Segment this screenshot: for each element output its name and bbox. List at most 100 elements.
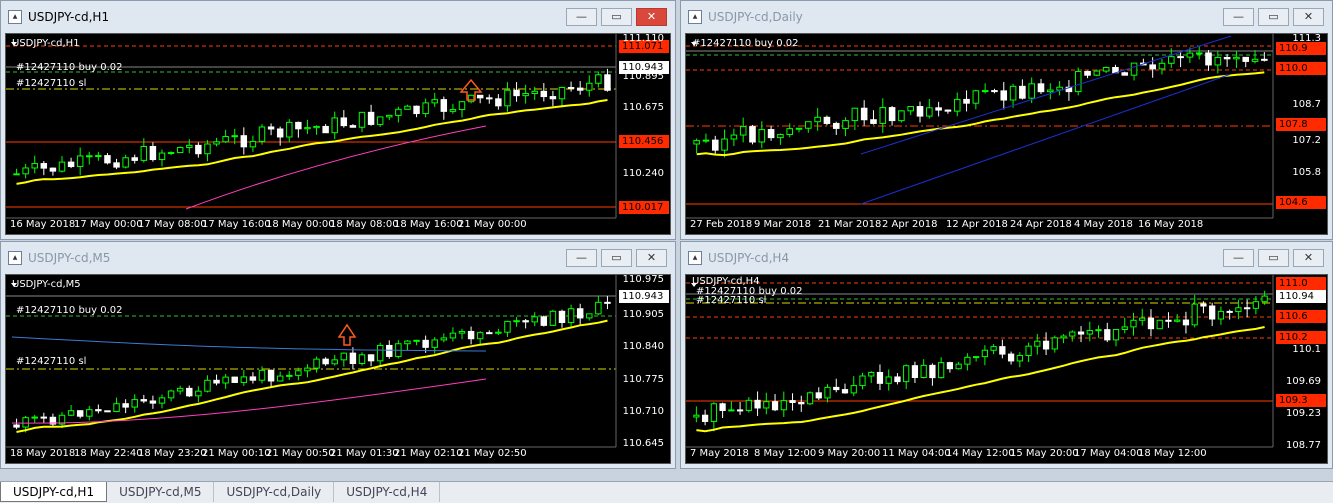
candle-body <box>440 99 448 112</box>
price-level-label: 110.9 <box>1276 42 1326 55</box>
moving-average-line <box>696 71 1265 157</box>
candle-body <box>710 403 717 422</box>
candle-body <box>745 399 752 411</box>
candle-body <box>86 155 93 158</box>
close-button[interactable]: ✕ <box>1293 8 1324 26</box>
candle-body <box>870 119 877 124</box>
minimize-button[interactable]: — <box>566 249 597 267</box>
maximize-button[interactable]: ▭ <box>1258 8 1289 26</box>
candle-body <box>1042 340 1050 350</box>
tab-usdjpy-daily[interactable]: USDJPY-cd,Daily <box>214 482 335 502</box>
candle-body <box>531 90 538 94</box>
time-axis-label: 18 May 16:00 <box>394 219 463 230</box>
maximize-button[interactable]: ▭ <box>601 249 632 267</box>
candle-body <box>304 127 311 130</box>
window-titlebar[interactable]: ▲ USDJPY-cd,H1 — ▭ ✕ <box>1 1 675 33</box>
candle-body <box>944 109 952 112</box>
chart-area[interactable]: USDJPY-cd,M5 #12427110 buy 0.02 #1242711… <box>5 274 671 464</box>
minimize-button[interactable]: — <box>1223 8 1254 26</box>
chart-area[interactable]: #12427110 buy 0.02 111.3 110.9 110.0 108… <box>685 33 1328 235</box>
candle-body <box>1037 83 1045 93</box>
candle-body <box>322 358 329 365</box>
candle-body <box>413 339 420 342</box>
time-axis-label: 17 May 08:00 <box>138 219 207 230</box>
trend-channel-line <box>860 73 1232 205</box>
time-axis-label: 9 Mar 2018 <box>754 219 812 230</box>
tab-usdjpy-h1[interactable]: USDJPY-cd,H1 <box>0 482 108 502</box>
close-button[interactable]: ✕ <box>636 249 667 267</box>
candle-body <box>567 308 575 323</box>
candle-body <box>1112 329 1120 341</box>
candle-body <box>1149 64 1156 70</box>
window-h1[interactable]: ▲ USDJPY-cd,H1 — ▭ ✕ USDJPY-cd,H1 #12427… <box>0 0 676 240</box>
candle-body <box>22 167 29 175</box>
price-level-label: 110.017 <box>619 201 669 214</box>
maximize-button[interactable]: ▭ <box>1258 249 1289 267</box>
window-title: USDJPY-cd,H4 <box>708 251 790 265</box>
candle-body <box>304 367 311 372</box>
candle-body <box>276 128 284 138</box>
candle-body <box>1130 319 1137 328</box>
minimize-button[interactable]: — <box>566 8 597 26</box>
candle-body <box>276 375 284 382</box>
time-axis-label: 18 May 00:00 <box>266 219 335 230</box>
moving-average-line <box>16 319 608 433</box>
window-daily[interactable]: ▲ USDJPY-cd,Daily — ▭ ✕ #12427110 buy 0.… <box>680 0 1333 240</box>
tab-usdjpy-m5[interactable]: USDJPY-cd,M5 <box>107 482 215 502</box>
candle-body <box>814 116 821 123</box>
candle-body <box>1242 56 1250 62</box>
candle-body <box>777 134 784 139</box>
blue-moving-average-line <box>11 336 487 352</box>
candle-body <box>841 389 849 394</box>
candle-body <box>140 145 148 161</box>
candle-body <box>739 126 747 136</box>
trend-channel-line <box>860 35 1232 155</box>
candle-body <box>916 106 924 117</box>
window-titlebar[interactable]: ▲ USDJPY-cd,H4 — ▭ ✕ <box>681 242 1332 274</box>
window-titlebar[interactable]: ▲ USDJPY-cd,Daily — ▭ ✕ <box>681 1 1332 33</box>
maximize-button[interactable]: ▭ <box>601 8 632 26</box>
candle-body <box>1130 62 1138 76</box>
candle-body <box>86 409 93 417</box>
price-level-label: 111.0 <box>1276 277 1326 290</box>
candle-body <box>386 114 393 118</box>
candle-body <box>1034 340 1041 347</box>
candle-body <box>349 125 357 128</box>
candle-body <box>1016 355 1023 362</box>
candle-body <box>386 344 393 357</box>
time-axis-label: 18 May 23:20 <box>138 448 207 459</box>
tab-usdjpy-h4[interactable]: USDJPY-cd,H4 <box>334 482 441 502</box>
time-axis-label: 21 May 02:10 <box>394 448 463 459</box>
candle-body <box>1177 56 1184 59</box>
price-axis-label: 109.23 <box>1286 408 1321 419</box>
window-h4[interactable]: ▲ USDJPY-cd,H4 — ▭ ✕ USDJPY-cd,H4 #12427… <box>680 241 1333 469</box>
candle-body <box>486 97 493 100</box>
price-axis-label: 105.8 <box>1292 167 1321 178</box>
candle-body <box>938 362 945 379</box>
window-m5[interactable]: ▲ USDJPY-cd,M5 — ▭ ✕ USDJPY-cd,M5 #12427… <box>0 241 676 469</box>
candle-body <box>449 109 457 112</box>
candle-body <box>95 155 102 158</box>
close-button[interactable]: ✕ <box>1293 249 1324 267</box>
minimize-button[interactable]: — <box>1223 249 1254 267</box>
chart-area[interactable]: USDJPY-cd,H1 #12427110 buy 0.02 #1242711… <box>5 33 671 235</box>
price-axis-label: 110.905 <box>622 309 664 320</box>
candle-body <box>604 74 611 91</box>
candle-body <box>467 330 475 340</box>
price-axis-label: 110.840 <box>622 341 664 352</box>
candle-body <box>249 140 257 148</box>
candle-body <box>40 163 48 169</box>
candle-body <box>576 308 584 319</box>
candle-body <box>736 409 744 412</box>
stop-loss-label: #12427110 sl <box>16 356 87 367</box>
time-axis-label: 21 Mar 2018 <box>818 219 882 230</box>
close-button[interactable]: ✕ <box>636 8 667 26</box>
window-titlebar[interactable]: ▲ USDJPY-cd,M5 — ▭ ✕ <box>1 242 675 274</box>
candle-body <box>1095 329 1102 332</box>
order-label: #12427110 buy 0.02 <box>16 305 123 316</box>
price-axis-label: 110.240 <box>622 168 664 179</box>
time-axis-label: 4 May 2018 <box>1074 219 1133 230</box>
chart-area[interactable]: USDJPY-cd,H4 #12427110 buy 0.02 #1242711… <box>685 274 1328 464</box>
candle-body <box>340 352 348 361</box>
candle-body <box>798 401 805 405</box>
